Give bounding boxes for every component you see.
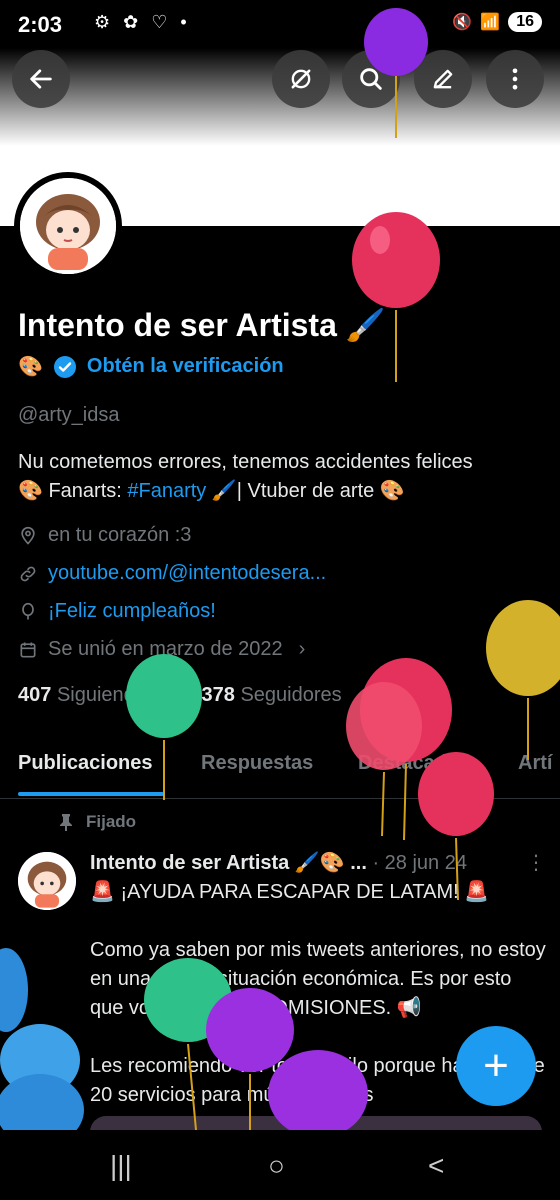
chevron-right-icon: ›	[298, 638, 306, 660]
follow-stats: 407 Siguiendo 14.378 Seguidores	[18, 684, 342, 707]
pinned-indicator: Fijado	[58, 812, 136, 832]
search-icon	[360, 68, 382, 90]
palette-emoji: 🎨	[18, 356, 43, 378]
link-icon	[20, 566, 36, 581]
website-link[interactable]: youtube.com/@intentodesera...	[48, 562, 326, 585]
bio-line-2: 🎨 Fanarts: #Fanarty 🖌️| Vtuber de arte 🎨	[18, 477, 548, 506]
profile-avatar[interactable]	[14, 172, 122, 280]
following-stat[interactable]: 407 Siguiendo	[18, 684, 146, 706]
home-icon[interactable]: ○	[268, 1150, 285, 1182]
tab-publicaciones[interactable]: Publicaciones	[18, 752, 153, 775]
profile-name: Intento de ser Artista 🖌️	[18, 307, 386, 343]
balloon-icon	[22, 602, 34, 619]
back-button[interactable]	[12, 50, 70, 108]
following-count: 407	[18, 684, 52, 706]
bio-line-2-pre: 🎨 Fanarts:	[18, 480, 128, 502]
system-nav-bar: ||| ○ <	[0, 1130, 560, 1200]
wifi-icon: 📶	[480, 14, 501, 31]
balloon-red-top	[352, 212, 440, 382]
status-bar: 2:03 ⚙ ✿ ♡ • 🔇 📶 16	[0, 0, 560, 48]
joined-row[interactable]: Se unió en marzo de 2022 ›	[18, 638, 305, 661]
location-text: en tu corazón :3	[48, 524, 192, 546]
active-tab-indicator	[18, 792, 164, 796]
avatar-illustration	[20, 178, 116, 274]
pinned-label: Fijado	[86, 812, 137, 831]
profile-bio: Nu cometemos errores, tenemos accidentes…	[18, 448, 548, 506]
grok-icon	[291, 69, 311, 89]
post-avatar-illustration	[18, 852, 76, 910]
compose-fab[interactable]: +	[456, 1026, 536, 1106]
nav-back-icon[interactable]: <	[428, 1150, 444, 1182]
bio-line-1: Nu cometemos errores, tenemos accidentes…	[18, 451, 473, 473]
post-date: · 28 jun 24	[372, 852, 467, 874]
location-row: en tu corazón :3	[18, 524, 191, 547]
recent-apps-icon[interactable]: |||	[110, 1150, 132, 1182]
mute-icon: 🔇	[452, 14, 473, 31]
joined-text: Se unió en marzo de 2022	[48, 638, 283, 660]
edit-button[interactable]	[414, 50, 472, 108]
get-verified-link[interactable]: Obtén la verificación	[87, 355, 284, 378]
location-pin-icon	[21, 526, 35, 545]
pin-icon	[60, 814, 72, 831]
following-label: Siguiendo	[56, 684, 146, 706]
followers-label: Seguidores	[240, 684, 342, 706]
post-header: Intento de ser Artista 🖌️🎨 ... · 28 jun …	[90, 850, 467, 875]
tab-destacados[interactable]: Destacados	[358, 752, 470, 775]
post-author-avatar[interactable]	[18, 852, 76, 910]
grok-button[interactable]	[272, 50, 330, 108]
balloon-yellow	[486, 600, 560, 760]
post-author-name[interactable]: Intento de ser Artista 🖌️🎨 ...	[90, 852, 367, 874]
balloon-blue-left	[0, 948, 84, 1146]
search-button[interactable]	[342, 50, 400, 108]
more-vertical-icon	[512, 68, 518, 90]
notification-icons: ⚙ ✿ ♡ •	[94, 12, 191, 32]
post-line-1: 🚨 ¡AYUDA PARA ESCAPAR DE LATAM! 🚨	[90, 881, 490, 903]
profile-tabs: Publicaciones Respuestas Destacados Artí	[0, 740, 560, 799]
website-row: youtube.com/@intentodesera...	[18, 562, 326, 585]
battery-indicator: 16	[508, 12, 542, 32]
verification-row[interactable]: 🎨 Obtén la verificación	[18, 354, 284, 379]
followers-stat[interactable]: 14.378 Seguidores	[174, 684, 342, 706]
back-arrow-icon	[30, 69, 52, 89]
birthday-row: ¡Feliz cumpleaños!	[18, 600, 216, 623]
post-paragraph-1: Como ya saben por mis tweets anteriores,…	[90, 939, 546, 1019]
post-more-icon[interactable]: ⋮	[526, 850, 546, 875]
verified-badge-icon	[53, 355, 76, 378]
calendar-icon	[20, 642, 36, 657]
tab-respuestas[interactable]: Respuestas	[201, 752, 313, 775]
tab-articulos[interactable]: Artí	[518, 752, 552, 775]
followers-count: 14.378	[173, 684, 235, 706]
clock: 2:03	[18, 12, 63, 37]
status-right: 🔇 📶 16	[452, 12, 542, 32]
more-button[interactable]	[486, 50, 544, 108]
birthday-link[interactable]: ¡Feliz cumpleaños!	[48, 600, 216, 623]
edit-icon	[433, 69, 453, 89]
fanarty-hashtag-link[interactable]: #Fanarty	[127, 480, 206, 502]
bio-line-2-post: 🖌️| Vtuber de arte 🎨	[206, 480, 405, 502]
profile-handle: @arty_idsa	[18, 404, 120, 426]
